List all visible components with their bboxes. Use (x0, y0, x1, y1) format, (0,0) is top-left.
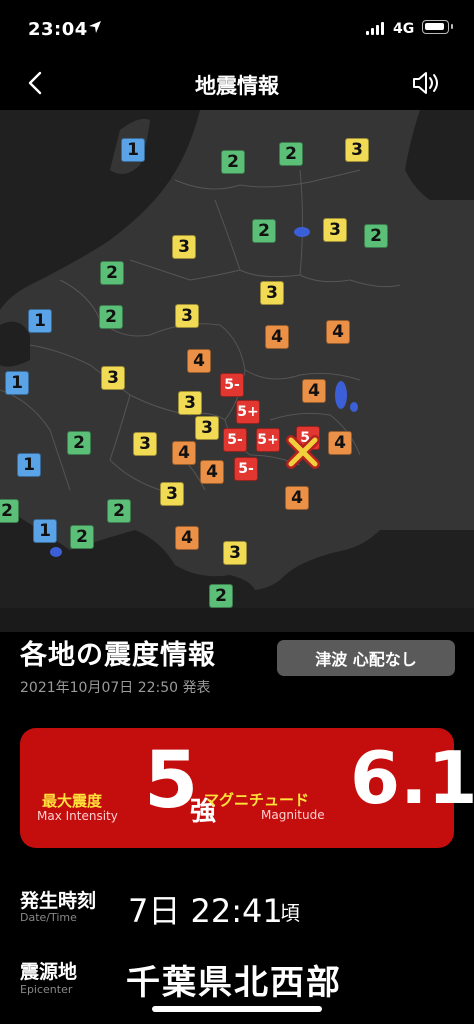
intensity-marker: 4 (302, 379, 326, 403)
intensity-marker: 4 (200, 460, 224, 484)
intensity-marker: 2 (279, 142, 303, 166)
time-value: 7日 22:41 (128, 892, 283, 930)
intensity-marker: 3 (345, 138, 369, 162)
intensity-marker: 2 (67, 431, 91, 455)
epicenter-value: 千葉県北西部 (126, 963, 342, 1003)
status-bar: 23:04 4G (0, 0, 474, 58)
intensity-marker: 4 (175, 526, 199, 550)
intensity-marker: 2 (221, 150, 245, 174)
magnitude-label: マグニチュード (204, 791, 310, 809)
intensity-marker: 4 (326, 320, 350, 344)
map-lower-sea (0, 608, 474, 632)
status-time: 23:04 (28, 19, 88, 40)
intensity-marker: 2 (99, 305, 123, 329)
intensity-marker: 5+ (236, 400, 260, 424)
intensity-marker: 5+ (256, 428, 280, 452)
summary-card: 最大震度 Max Intensity 5 強 マグニチュード Magnitude… (20, 728, 474, 848)
intensity-marker: 1 (28, 309, 52, 333)
time-suffix: 頃 (280, 901, 300, 925)
max-intensity-label: 最大震度 (42, 792, 103, 810)
intensity-marker: 4 (172, 441, 196, 465)
intensity-marker: 3 (260, 281, 284, 305)
intensity-marker: 4 (285, 486, 309, 510)
speaker-icon[interactable] (410, 69, 442, 97)
battery-icon (422, 20, 453, 34)
location-arrow-icon (89, 21, 101, 33)
intensity-marker: 3 (101, 366, 125, 390)
intensity-marker: 3 (172, 235, 196, 259)
intensity-marker: 2 (252, 219, 276, 243)
time-label: 発生時刻 (20, 890, 97, 912)
intensity-heading: 各地の震度情報 (20, 640, 216, 671)
intensity-marker: 3 (175, 304, 199, 328)
intensity-marker: 5- (234, 457, 258, 481)
intensity-marker: 2 (364, 224, 388, 248)
epicenter-sub: Epicenter (20, 983, 73, 996)
time-sub: Date/Time (20, 911, 77, 924)
tsunami-badge: 津波 心配なし (277, 640, 455, 676)
network-label: 4G (393, 21, 415, 37)
home-indicator[interactable] (152, 1006, 322, 1012)
intensity-marker: 1 (17, 453, 41, 477)
epicenter-label: 震源地 (20, 961, 78, 983)
intensity-marker: 4 (265, 325, 289, 349)
magnitude-value: 6.1 (350, 736, 474, 820)
page-title: 地震情報 (195, 74, 279, 98)
intensity-marker: 3 (178, 391, 202, 415)
intensity-marker: 3 (223, 541, 247, 565)
intensity-marker: 3 (133, 432, 157, 456)
intensity-marker: 5- (220, 373, 244, 397)
intensity-marker: 4 (328, 431, 352, 455)
intensity-marker: 1 (5, 371, 29, 395)
intensity-marker: 3 (323, 218, 347, 242)
intensity-marker: 2 (100, 261, 124, 285)
magnitude-sub: Magnitude (261, 808, 325, 822)
intensity-marker: 2 (209, 584, 233, 608)
intensity-marker: 1 (33, 519, 57, 543)
intensity-map[interactable]: 1 2 2 3 2 3 2 3 2 3 1 2 3 4 4 4 1 3 5- 4 3 5+ 3 2 3 5- 5+ 5- 4 4 1 4 5- 3… (0, 110, 474, 608)
intensity-marker: 3 (160, 482, 184, 506)
max-intensity-sub: Max Intensity (37, 809, 118, 823)
intensity-marker: 5- (223, 428, 247, 452)
intensity-marker: 4 (187, 349, 211, 373)
intensity-marker: 1 (121, 138, 145, 162)
x-mark-icon (286, 435, 320, 469)
intensity-marker: 2 (70, 525, 94, 549)
intensity-marker: 2 (107, 499, 131, 523)
announcement-date: 2021年10月07日 22:50 発表 (20, 680, 211, 696)
navigation-bar: 地震情報 (0, 58, 474, 110)
intensity-marker: 3 (195, 416, 219, 440)
intensity-marker: 2 (0, 499, 19, 523)
